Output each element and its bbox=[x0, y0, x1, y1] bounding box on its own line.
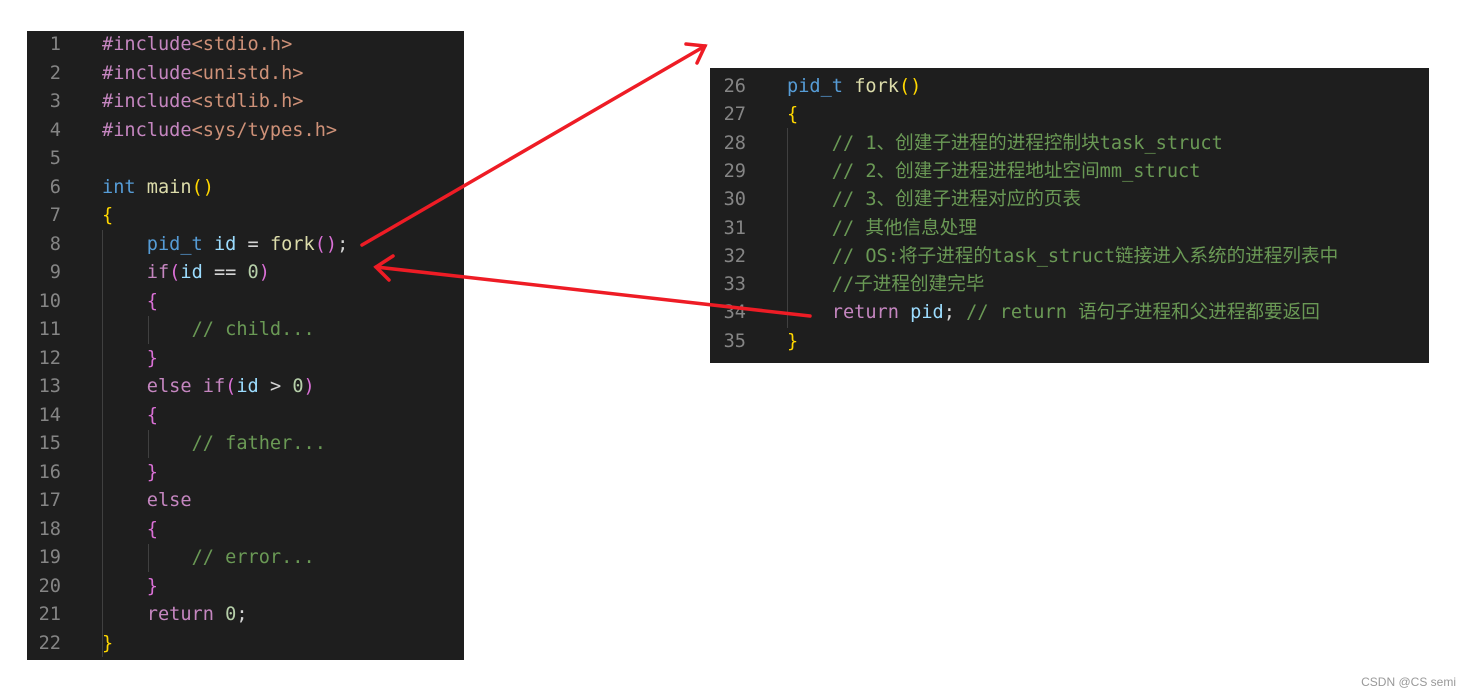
arrows-overlay bbox=[360, 42, 812, 318]
arrow-to-fork-definition bbox=[360, 42, 708, 247]
arrow-return-to-caller bbox=[373, 254, 812, 318]
watermark: CSDN @CS semi bbox=[1361, 675, 1456, 689]
